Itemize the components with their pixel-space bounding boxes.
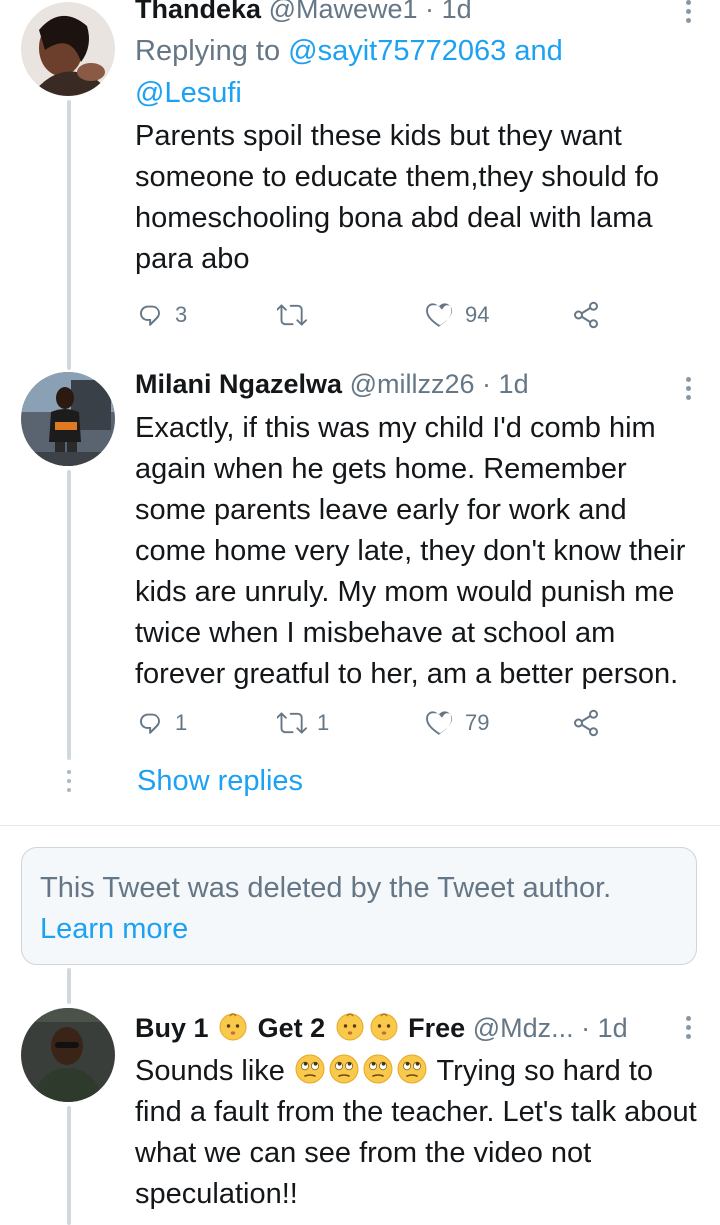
thread-dots [66, 770, 72, 797]
more-vertical-icon[interactable] [678, 0, 698, 27]
thread-line [67, 968, 71, 1004]
avatar[interactable] [21, 1008, 115, 1102]
share-button[interactable] [571, 300, 601, 330]
tweet-header: Milani Ngazelwa @millzz26 · 1d [135, 367, 720, 401]
avatar[interactable] [21, 2, 115, 96]
display-name[interactable]: Milani Ngazelwa [135, 369, 342, 399]
deleted-message: This Tweet was deleted by the Tweet auth… [40, 872, 612, 904]
timestamp[interactable]: 1d [598, 1013, 628, 1043]
reply-button[interactable]: 3 [135, 300, 187, 330]
share-icon [571, 300, 601, 330]
heart-icon [425, 300, 455, 330]
separator: · [482, 369, 492, 399]
like-count: 79 [465, 710, 490, 735]
mention-link[interactable]: @Lesufi [135, 77, 242, 109]
reply-count: 1 [175, 710, 188, 735]
retweet-button[interactable] [277, 300, 317, 330]
mention-and: and [506, 35, 563, 67]
share-button[interactable] [571, 708, 601, 738]
reply-count: 3 [175, 302, 188, 327]
user-handle[interactable]: @millzz26 [350, 369, 475, 399]
deleted-tweet-notice: This Tweet was deleted by the Tweet auth… [21, 847, 697, 965]
tweet-header: Buy 1 Get 2 Free @Mdz... · 1d [135, 1010, 720, 1045]
reply-icon [135, 708, 165, 738]
rolling-eyes-emoji [362, 1053, 394, 1085]
display-name[interactable]: Buy 1 Get 2 Free [135, 1013, 473, 1043]
tweet-text: Exactly, if this was my child I'd comb h… [135, 412, 686, 690]
more-vertical-icon[interactable] [678, 1016, 698, 1043]
like-count: 94 [465, 302, 490, 327]
retweet-button[interactable]: 1 [277, 708, 329, 738]
tweet-text: Sounds like Trying so hard to find a fau… [135, 1051, 720, 1215]
heart-icon [425, 708, 455, 738]
tweet[interactable]: Thandeka @Mawewe1 · 1d Replying to @sayi… [135, 0, 720, 280]
reply-button[interactable]: 1 [135, 708, 187, 738]
tweet[interactable]: Milani Ngazelwa @millzz26 · 1d Exactly, … [135, 367, 720, 695]
show-replies-link[interactable]: Show replies [137, 765, 303, 798]
display-name[interactable]: Thandeka [135, 0, 261, 24]
avatar[interactable] [21, 372, 115, 466]
timestamp[interactable]: 1d [442, 0, 472, 24]
retweet-icon [277, 708, 307, 738]
like-button[interactable]: 94 [425, 300, 489, 330]
like-button[interactable]: 79 [425, 708, 489, 738]
user-handle[interactable]: @Mdz... [473, 1013, 574, 1043]
retweet-icon [277, 300, 307, 330]
baby-emoji [334, 1010, 366, 1042]
mention-link[interactable]: @sayit75772063 [288, 35, 506, 67]
display-name-part: Free [408, 1013, 466, 1043]
baby-emoji [217, 1010, 249, 1042]
share-icon [571, 708, 601, 738]
reply-icon [135, 300, 165, 330]
learn-more-link[interactable]: Learn more [40, 909, 678, 950]
thread-line [67, 1106, 71, 1225]
tweet-actions: 1 1 79 [135, 708, 615, 748]
separator: · [425, 0, 435, 24]
separator: · [581, 1013, 591, 1043]
tweet-text: Parents spoil these kids but they want s… [135, 120, 659, 275]
thread-line [67, 470, 71, 760]
replying-to: Replying to @sayit75772063 and @Lesufi [135, 30, 720, 114]
retweet-count: 1 [317, 710, 330, 735]
thread-line [67, 100, 71, 370]
tweet-actions: 3 94 [135, 300, 615, 340]
tweet[interactable]: Buy 1 Get 2 Free @Mdz... · 1d Sounds lik… [135, 1010, 720, 1215]
display-name-part: Get 2 [257, 1013, 326, 1043]
display-name-part: Buy 1 [135, 1013, 209, 1043]
divider [0, 825, 720, 826]
rolling-eyes-emoji [328, 1053, 360, 1085]
rolling-eyes-emoji [294, 1053, 326, 1085]
rolling-eyes-emoji [396, 1053, 428, 1085]
more-vertical-icon[interactable] [678, 377, 698, 404]
tweet-text-part: Sounds like [135, 1055, 285, 1087]
timestamp[interactable]: 1d [499, 369, 529, 399]
replying-to-label: Replying to [135, 35, 289, 67]
tweet-header: Thandeka @Mawewe1 · 1d [135, 0, 720, 26]
baby-emoji [368, 1010, 400, 1042]
user-handle[interactable]: @Mawewe1 [269, 0, 418, 24]
